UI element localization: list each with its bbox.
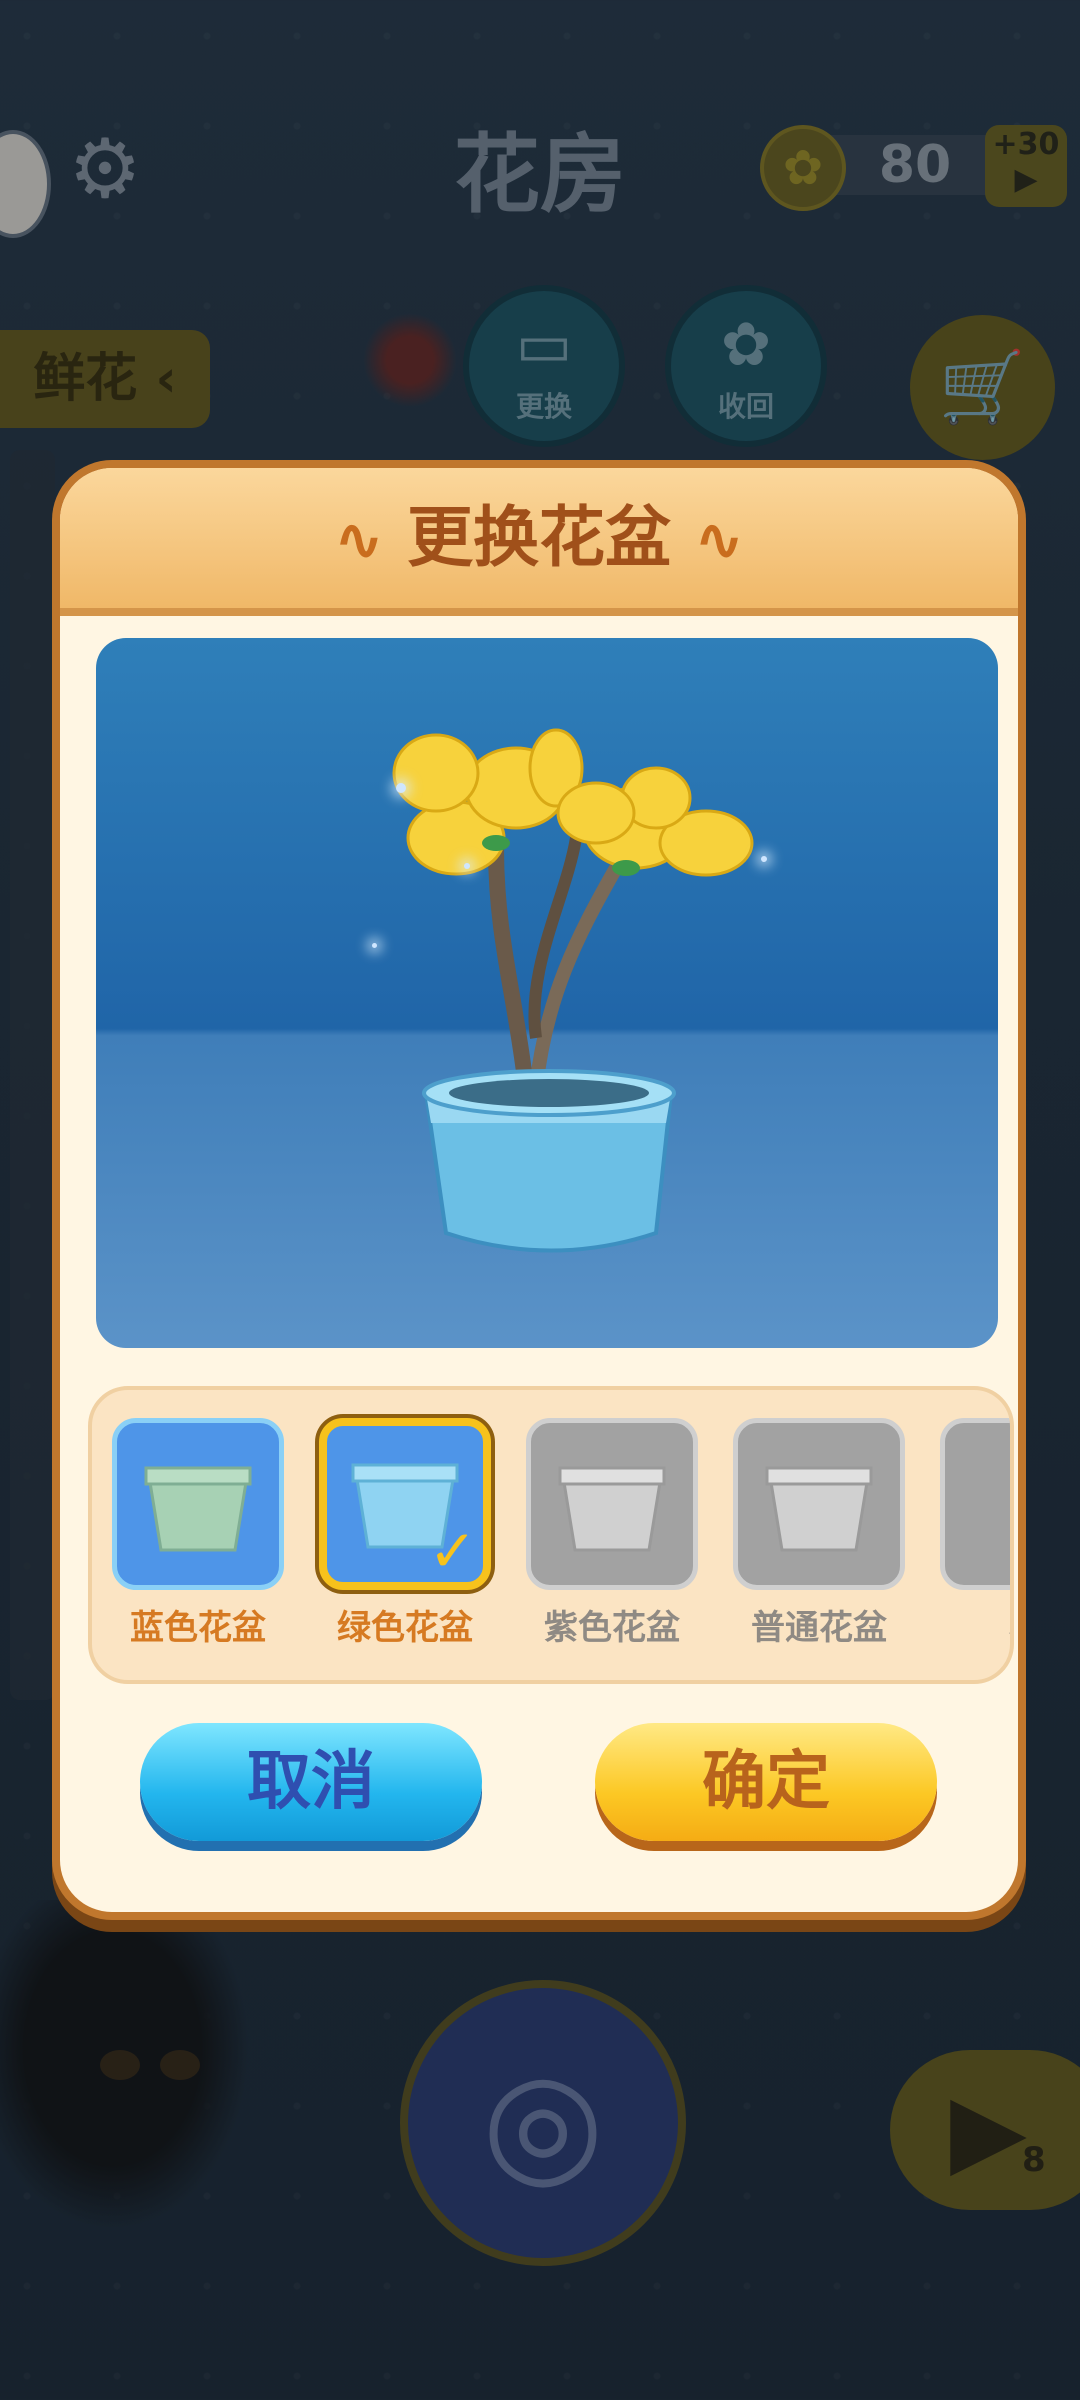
dialog-title-text: 更换花盆 — [407, 499, 671, 576]
cancel-button[interactable]: 取消 — [140, 1723, 482, 1841]
pot-option[interactable]: 紫色花盆 — [526, 1418, 698, 1649]
checkmark-icon: ✓ — [428, 1517, 477, 1585]
swirl-right-icon: ∿ — [693, 505, 745, 575]
sparkle — [396, 783, 406, 793]
pot-selector: 蓝色花盆 ✓ 绿色花盆 紫色花盆 普通花盆 — [88, 1386, 1014, 1684]
pot-icon — [558, 1466, 666, 1552]
pot-icon — [144, 1466, 252, 1552]
sparkle — [761, 856, 767, 862]
pot-label: 小 — [940, 1600, 1010, 1649]
pot-label: 普通花盆 — [751, 1608, 887, 1648]
pot-option[interactable]: 普通花盆 — [733, 1418, 905, 1649]
pot-icon — [765, 1466, 873, 1552]
pot-tile[interactable] — [526, 1418, 698, 1590]
dialog-title: ∿ 更换花盆 ∿ — [60, 468, 1018, 608]
pot-label: 紫色花盆 — [544, 1608, 680, 1648]
pot-label: 蓝色花盆 — [130, 1608, 266, 1648]
change-pot-dialog: ∿ 更换花盆 ∿ 蓝色花盆 ✓ 绿色花盆 紫色花盆 普通花盆 取消 确定 — [52, 460, 1026, 1920]
pot-option[interactable]: 蓝色花盆 — [112, 1418, 284, 1649]
pot-tile[interactable] — [940, 1418, 1010, 1590]
swirl-left-icon: ∿ — [333, 505, 385, 575]
confirm-button[interactable]: 确定 — [595, 1723, 937, 1841]
sparkle — [372, 943, 377, 948]
pot-label: 绿色花盆 — [337, 1608, 473, 1648]
sparkle — [464, 863, 470, 869]
pot-tile[interactable] — [112, 1418, 284, 1590]
pot-tile[interactable] — [733, 1418, 905, 1590]
pot-tile[interactable]: ✓ — [319, 1418, 491, 1590]
pot-option[interactable]: 小 — [940, 1418, 1010, 1649]
dialog-body: ∿ 更换花盆 ∿ 蓝色花盆 ✓ 绿色花盆 紫色花盆 普通花盆 取消 确定 — [60, 468, 1018, 1912]
pot-preview — [96, 638, 998, 1348]
pot-option-selected[interactable]: ✓ 绿色花盆 — [319, 1418, 491, 1649]
flower-in-pot — [392, 728, 754, 1253]
